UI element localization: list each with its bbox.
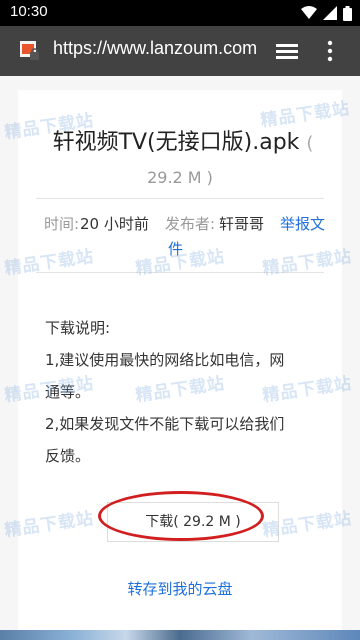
- url-bar[interactable]: https://www.lanzoum.com: [53, 38, 263, 59]
- file-name: 轩视频TV(无接口版).apk: [52, 130, 300, 155]
- status-icons: [301, 5, 352, 21]
- notes-line-4: 反馈。: [45, 447, 91, 465]
- notes-line-3: 2,如果发现文件不能下载可以给我们: [45, 415, 285, 433]
- divider-top: [36, 198, 324, 199]
- status-bar: 10:30: [0, 0, 360, 26]
- tabs-switcher-icon[interactable]: [276, 42, 300, 62]
- publisher-value: 轩哥哥: [219, 215, 265, 233]
- highlight-circle: [98, 491, 264, 541]
- file-size: 29.2 M ): [147, 168, 213, 187]
- time-label: 时间:: [44, 215, 80, 233]
- report-link[interactable]: 举报文: [280, 213, 325, 234]
- publisher-label: 发布者:: [165, 215, 216, 233]
- overflow-menu-icon[interactable]: [326, 40, 334, 62]
- signal-icon: [323, 6, 337, 20]
- notes-heading: 下载说明:: [45, 319, 111, 337]
- site-lock-icon[interactable]: [20, 41, 40, 61]
- browser-toolbar: https://www.lanzoum.com: [0, 26, 360, 76]
- wifi-icon: [301, 6, 317, 19]
- battery-icon: [343, 5, 352, 21]
- bottom-ad-strip: [0, 630, 360, 640]
- status-time: 10:30: [10, 3, 48, 20]
- time-value: 20 小时前: [80, 215, 149, 233]
- save-to-cloud-link[interactable]: 转存到我的云盘: [0, 578, 360, 599]
- size-paren: (: [306, 133, 314, 154]
